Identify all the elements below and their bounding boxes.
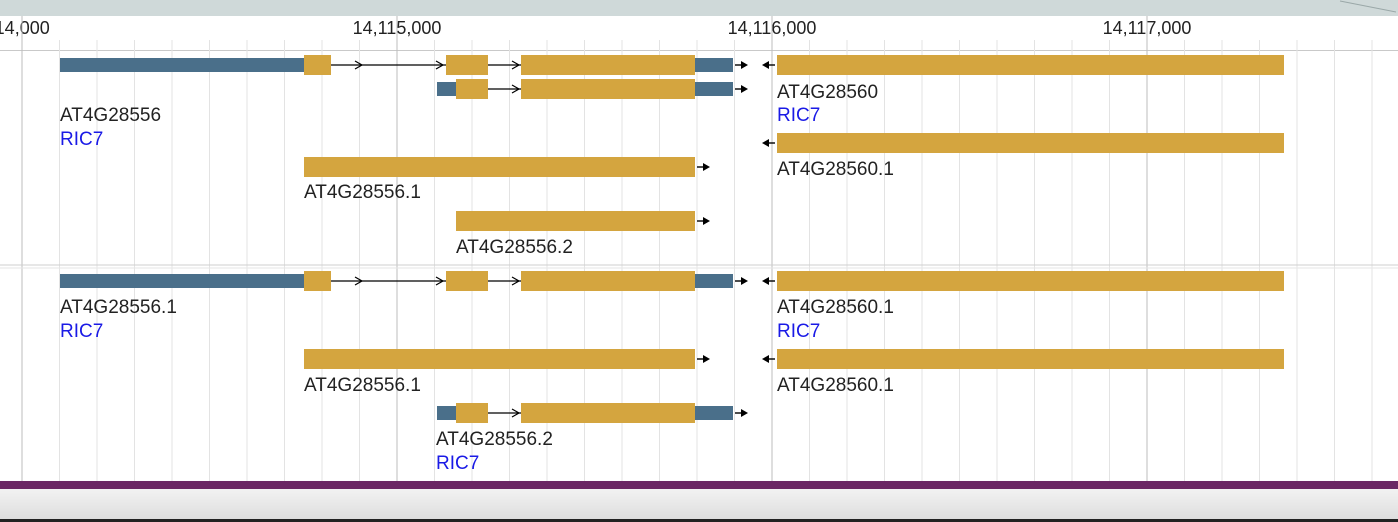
track-separator-bar	[0, 481, 1398, 489]
feature-label[interactable]: AT4G28556.1	[304, 182, 421, 204]
feature-label[interactable]: AT4G28560	[777, 82, 878, 104]
feature-label[interactable]: AT4G28556.2	[456, 237, 573, 259]
feature-label[interactable]: AT4G28556.1	[304, 375, 421, 397]
feature-alias: RIC7	[436, 453, 480, 474]
feature-alias: RIC7	[60, 129, 104, 150]
feature-label[interactable]: AT4G28556.1	[60, 297, 177, 319]
feature-tracks[interactable]: AT4G28556 RIC7 AT4G28560 RIC7 AT4G28560.…	[0, 0, 1398, 522]
footer-panel	[0, 489, 1398, 522]
feature-label[interactable]: AT4G28560.1	[777, 375, 894, 397]
feature-label[interactable]: AT4G28556.2	[436, 429, 553, 451]
feature-label[interactable]: AT4G28556	[60, 105, 161, 127]
feature-label[interactable]: AT4G28560.1	[777, 297, 894, 319]
feature-label[interactable]: AT4G28560.1	[777, 159, 894, 181]
feature-alias: RIC7	[777, 321, 821, 342]
feature-alias: RIC7	[60, 321, 104, 342]
feature-alias: RIC7	[777, 105, 821, 126]
